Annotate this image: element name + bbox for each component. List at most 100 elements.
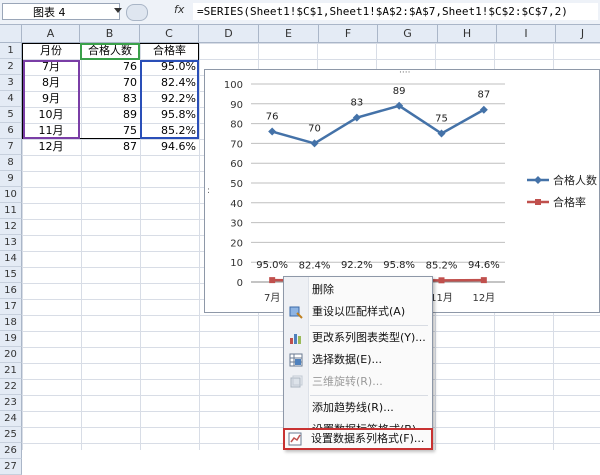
- name-box-dropdown-icon[interactable]: [114, 8, 122, 13]
- menu-item-label: 更改系列图表类型(Y)...: [312, 331, 426, 344]
- menu-item-add-trendline[interactable]: 添加趋势线(R)...: [284, 397, 432, 419]
- rotate-3d-icon: [289, 375, 303, 389]
- row-header-12[interactable]: 12: [0, 219, 22, 235]
- column-header-b[interactable]: B: [80, 25, 140, 43]
- row-header-22[interactable]: 22: [0, 379, 22, 395]
- column-header-a[interactable]: A: [22, 25, 80, 43]
- cell[interactable]: 89: [80, 107, 140, 123]
- row-header-19[interactable]: 19: [0, 331, 22, 347]
- row-header-8[interactable]: 8: [0, 155, 22, 171]
- data-label-qualified-rate: 95.8%: [383, 260, 415, 271]
- y-tick-label: 20: [230, 238, 243, 249]
- data-point-qualified-count: [268, 128, 276, 136]
- formula-bar: 图表 4 fx =SERIES(Sheet1!$C$1,Sheet1!$A$2:…: [0, 0, 600, 25]
- data-label-qualified-count: 76: [266, 112, 279, 123]
- menu-item-label: 设置数据系列格式(F)...: [311, 432, 424, 445]
- legend-marker-qualified-count: [534, 176, 542, 184]
- legend-marker-qualified-rate: [535, 199, 541, 205]
- row-header-5[interactable]: 5: [0, 107, 22, 123]
- x-tick-label: 12月: [472, 292, 495, 304]
- series-line-qualified-count: [272, 106, 484, 144]
- y-tick-label: 10: [230, 258, 243, 269]
- legend-label-qualified-count: 合格人数: [553, 173, 597, 187]
- chart-type-icon: [289, 331, 303, 345]
- row-header-17[interactable]: 17: [0, 299, 22, 315]
- data-label-qualified-count: 89: [393, 86, 406, 97]
- row-header-23[interactable]: 23: [0, 395, 22, 411]
- row-header-18[interactable]: 18: [0, 315, 22, 331]
- row-header-6[interactable]: 6: [0, 123, 22, 139]
- formula-bar-splitter[interactable]: [126, 4, 148, 21]
- menu-item-label: 选择数据(E)...: [312, 353, 382, 366]
- row-header-14[interactable]: 14: [0, 251, 22, 267]
- row-header-25[interactable]: 25: [0, 427, 22, 443]
- data-label-qualified-count: 87: [477, 90, 490, 101]
- y-tick-label: 70: [230, 139, 243, 150]
- cell[interactable]: 76: [80, 59, 140, 75]
- cell[interactable]: 94.6%: [140, 139, 199, 155]
- cell[interactable]: 12月: [22, 139, 80, 155]
- data-label-qualified-rate: 85.2%: [426, 260, 458, 271]
- formula-input[interactable]: =SERIES(Sheet1!$C$1,Sheet1!$A$2:$A$7,She…: [193, 3, 598, 20]
- cell[interactable]: 83: [80, 91, 140, 107]
- row-header-11[interactable]: 11: [0, 203, 22, 219]
- y-tick-label: 100: [224, 80, 243, 91]
- menu-item-change-chart-type[interactable]: 更改系列图表类型(Y)...: [284, 327, 432, 349]
- column-header-i[interactable]: I: [497, 25, 556, 43]
- cell[interactable]: 75: [80, 123, 140, 139]
- select-all-corner[interactable]: [0, 25, 22, 43]
- data-label-qualified-count: 75: [435, 114, 448, 125]
- column-header-d[interactable]: D: [199, 25, 259, 43]
- menu-item-delete[interactable]: 删除: [284, 279, 432, 301]
- insert-function-icon[interactable]: fx: [174, 3, 184, 16]
- reset-style-icon: [289, 305, 303, 319]
- cell-header[interactable]: 合格率: [140, 43, 199, 59]
- x-tick-label: 11月: [430, 292, 453, 304]
- row-header-3[interactable]: 3: [0, 75, 22, 91]
- menu-item-label: 三维旋转(R)...: [312, 375, 383, 388]
- name-box[interactable]: 图表 4: [2, 3, 120, 20]
- data-label-qualified-count: 70: [308, 123, 321, 134]
- row-header-16[interactable]: 16: [0, 283, 22, 299]
- x-tick-label: 7月: [264, 292, 280, 304]
- data-label-qualified-rate: 92.2%: [341, 260, 373, 271]
- y-tick-label: 0: [237, 278, 243, 289]
- row-header-21[interactable]: 21: [0, 363, 22, 379]
- column-header-j[interactable]: J: [556, 25, 600, 43]
- row-header-7[interactable]: 7: [0, 139, 22, 155]
- menu-item-format-data-series[interactable]: 设置数据系列格式(F)...: [283, 428, 433, 450]
- row-header-27[interactable]: 27: [0, 459, 22, 475]
- column-header-g[interactable]: G: [378, 25, 438, 43]
- column-header-e[interactable]: E: [259, 25, 319, 43]
- menu-item-select-data[interactable]: 选择数据(E)...: [284, 349, 432, 371]
- cell[interactable]: 87: [80, 139, 140, 155]
- column-header-f[interactable]: F: [319, 25, 378, 43]
- menu-item-reset-style[interactable]: 重设以匹配样式(A): [284, 301, 432, 323]
- row-header-9[interactable]: 9: [0, 171, 22, 187]
- column-header-c[interactable]: C: [140, 25, 199, 43]
- data-point-qualified-rate: [439, 277, 445, 283]
- series-name-range-highlight: [80, 43, 140, 60]
- data-label-qualified-rate: 94.6%: [468, 260, 500, 271]
- menu-item-label: 添加趋势线(R)...: [312, 401, 394, 414]
- row-header-2[interactable]: 2: [0, 59, 22, 75]
- cell-header[interactable]: 月份: [22, 43, 80, 59]
- row-header-1[interactable]: 1: [0, 43, 22, 59]
- data-label-qualified-rate: 95.0%: [256, 260, 288, 271]
- row-header-26[interactable]: 26: [0, 443, 22, 459]
- row-header-15[interactable]: 15: [0, 267, 22, 283]
- cell[interactable]: 70: [80, 75, 140, 91]
- column-header-h[interactable]: H: [438, 25, 497, 43]
- row-header-4[interactable]: 4: [0, 91, 22, 107]
- menu-item-3d-rotation[interactable]: 三维旋转(R)...: [284, 371, 432, 393]
- category-range-highlight: [23, 60, 80, 139]
- row-header-10[interactable]: 10: [0, 187, 22, 203]
- data-point-qualified-rate: [269, 277, 275, 283]
- y-tick-label: 90: [230, 100, 243, 111]
- data-point-qualified-rate: [481, 277, 487, 283]
- row-header-20[interactable]: 20: [0, 347, 22, 363]
- values-range-highlight: [140, 60, 199, 139]
- format-series-icon: [288, 432, 302, 446]
- row-header-24[interactable]: 24: [0, 411, 22, 427]
- row-header-13[interactable]: 13: [0, 235, 22, 251]
